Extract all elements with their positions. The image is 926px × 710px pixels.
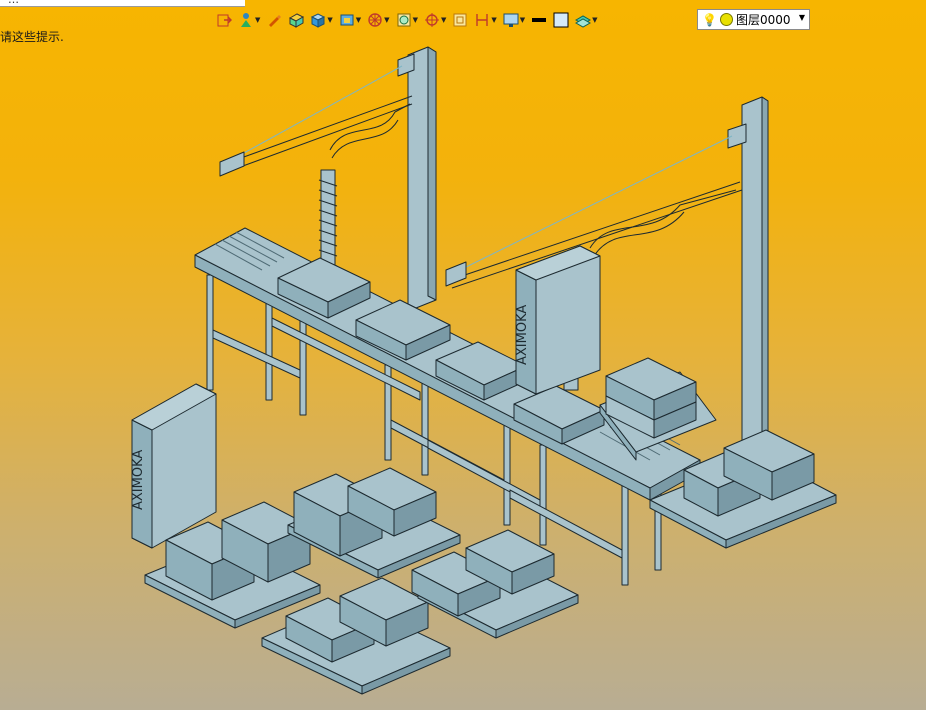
cad-viewport[interactable]: AXIMOKA AXIMOKA xyxy=(0,0,926,710)
left-robot-arm xyxy=(229,65,413,171)
left-safety-cabinet: AXIMOKA xyxy=(131,383,217,549)
left-arm-end-block xyxy=(219,151,245,177)
pallet-group-right xyxy=(649,429,837,549)
right-safety-cabinet: AXIMOKA xyxy=(515,245,601,395)
svg-text:AXIMOKA: AXIMOKA xyxy=(515,305,530,365)
svg-text:AXIMOKA: AXIMOKA xyxy=(131,450,146,510)
right-robot-column xyxy=(727,96,769,449)
right-arm-end-block xyxy=(445,261,467,287)
left-robot-column xyxy=(397,46,437,309)
